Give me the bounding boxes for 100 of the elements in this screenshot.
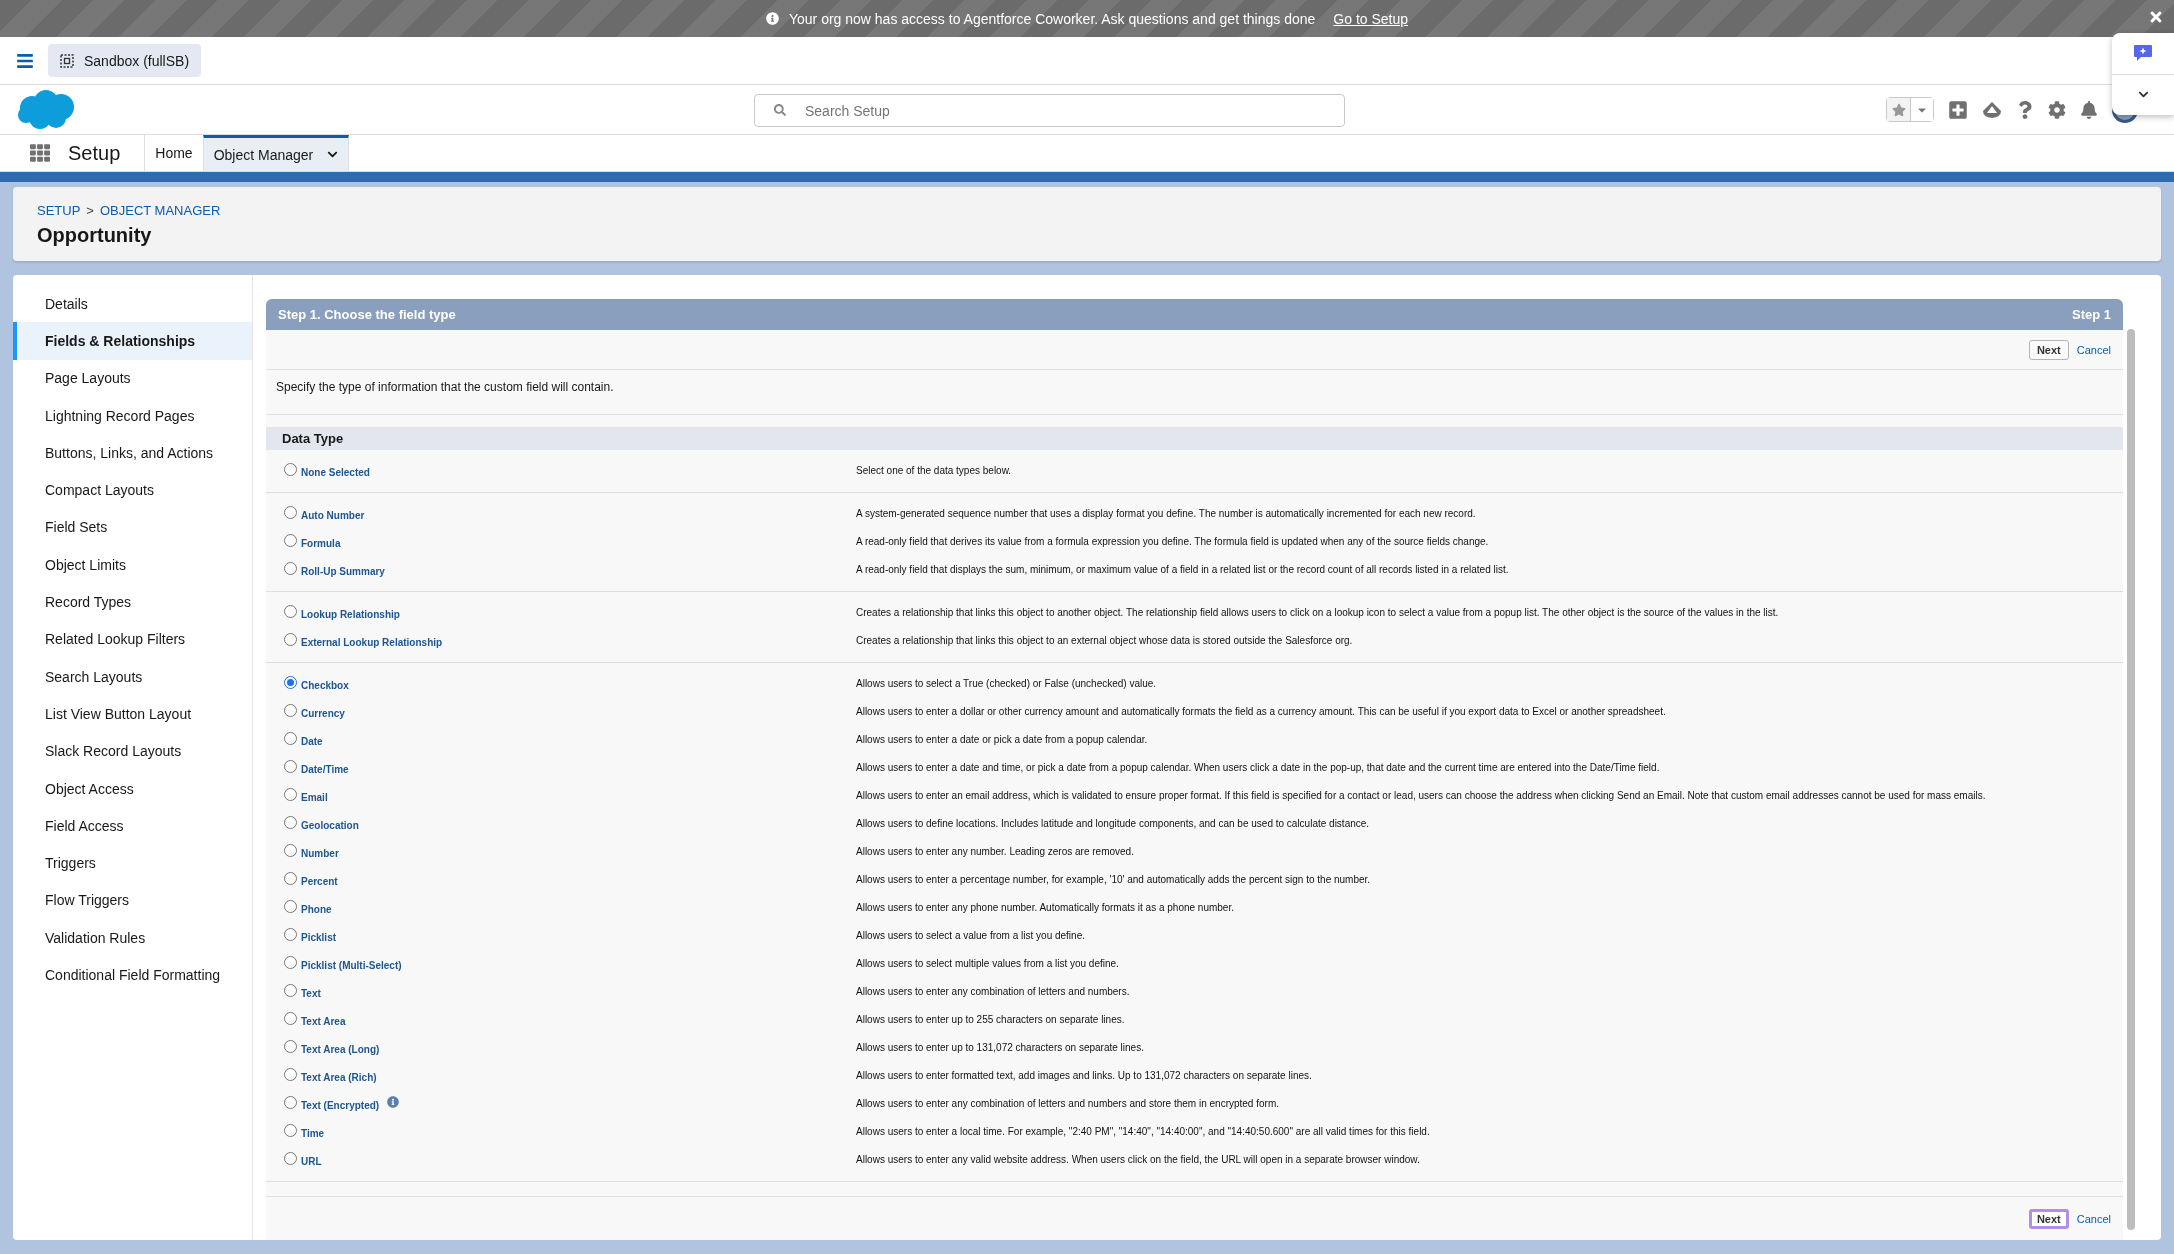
next-button[interactable]: Next [2028, 1208, 2069, 1229]
sidebar-item[interactable]: Lightning Record Pages [13, 396, 252, 435]
radio-button[interactable] [284, 533, 297, 547]
breadcrumb-link[interactable]: OBJECT MANAGER [99, 203, 221, 218]
radio-button[interactable] [284, 815, 297, 829]
radio-button[interactable] [284, 1151, 297, 1165]
org-switcher[interactable]: Sandbox (fullSB) [48, 44, 202, 77]
breadcrumb-link[interactable]: SETUP [37, 203, 81, 218]
data-type-label[interactable]: Auto Number [301, 509, 365, 521]
sidebar-item[interactable]: Field Access [13, 807, 252, 845]
sidebar-item[interactable]: Object Access [13, 769, 252, 808]
scrollbar[interactable] [2127, 329, 2135, 1230]
sidebar-item[interactable]: Conditional Field Formatting [13, 956, 252, 994]
sidebar-item[interactable]: Validation Rules [13, 919, 252, 957]
data-type-description: Allows users to enter any phone number. Automatically formats it as a phone number. [856, 901, 1235, 913]
sidebar-item[interactable]: Slack Record Layouts [13, 732, 252, 770]
radio-button[interactable] [284, 731, 297, 745]
add-button[interactable] [1948, 99, 1968, 120]
close-button[interactable] [2148, 9, 2164, 25]
data-type-description: Select one of the data types below. [856, 464, 1013, 476]
sidebar-item[interactable]: Triggers [13, 844, 252, 882]
data-type-label[interactable]: Currency [301, 707, 345, 719]
radio-button[interactable] [284, 955, 297, 969]
sidebar-item[interactable]: Compact Layouts [13, 471, 252, 509]
radio-button[interactable] [284, 561, 297, 575]
data-type-description: Allows users to enter any number. Leading zeros are removed. [856, 845, 1135, 857]
data-type-label[interactable]: Geolocation [301, 819, 359, 831]
sidebar-item[interactable]: Details [13, 285, 252, 323]
search-icon [774, 104, 786, 116]
chat-sparkle-icon [2133, 44, 2153, 63]
breadcrumb-separator: > [86, 203, 94, 218]
sidebar-item[interactable]: Related Lookup Filters [13, 620, 252, 658]
radio-button[interactable] [284, 675, 297, 689]
sidebar-item[interactable]: Page Layouts [13, 359, 252, 397]
data-type-label[interactable]: Lookup Relationship [301, 608, 400, 620]
data-type-label[interactable]: Formula [301, 537, 341, 549]
data-type-label[interactable]: Number [301, 847, 339, 859]
data-type-label[interactable]: Text Area (Long) [301, 1043, 380, 1055]
radio-button[interactable] [284, 759, 297, 773]
radio-button[interactable] [284, 1095, 297, 1109]
app-name: Setup [68, 140, 121, 166]
radio-button[interactable] [284, 871, 297, 885]
data-type-label[interactable]: Text (Encrypted) [301, 1099, 380, 1111]
step-header: Step 1. Choose the field type Step 1 [266, 299, 2123, 330]
radio-button[interactable] [284, 1039, 297, 1053]
radio-button[interactable] [284, 1067, 297, 1081]
radio-button[interactable] [284, 983, 297, 997]
data-type-description: Allows users to select multiple values from a list you define. [856, 957, 1120, 969]
sidebar-item[interactable]: Object Limits [13, 546, 252, 584]
data-type-label[interactable]: URL [301, 1155, 322, 1167]
data-type-label[interactable]: Roll-Up Summary [301, 565, 385, 577]
radio-button[interactable] [284, 604, 297, 618]
notifications-button[interactable] [2080, 100, 2098, 119]
radio-button[interactable] [284, 787, 297, 801]
menu-button[interactable] [16, 51, 34, 70]
data-type-label[interactable]: None Selected [301, 466, 370, 478]
data-type-label[interactable]: Time [301, 1127, 325, 1139]
data-type-label[interactable]: Date/Time [301, 763, 349, 775]
favorites-dropdown-button[interactable] [1910, 98, 1933, 121]
next-button[interactable]: Next [2028, 339, 2069, 360]
sidebar-item[interactable]: Record Types [13, 583, 252, 621]
radio-button[interactable] [284, 843, 297, 857]
go-to-setup-link[interactable]: Go to Setup [1333, 10, 1409, 27]
data-type-label[interactable]: Text Area (Rich) [301, 1071, 377, 1083]
radio-button[interactable] [284, 1123, 297, 1137]
sidebar-item[interactable]: List View Button Layout [13, 695, 252, 733]
data-type-label[interactable]: Phone [301, 903, 332, 915]
banner-message: Your org now has access to Agentforce Coworker. Ask questions and get things done [788, 10, 1316, 27]
data-type-label[interactable]: External Lookup Relationship [301, 636, 443, 648]
radio-button[interactable] [284, 632, 297, 646]
nav-tab[interactable]: Object Manager [202, 135, 350, 171]
sidebar-item[interactable]: Flow Triggers [13, 881, 252, 920]
radio-button[interactable] [284, 927, 297, 941]
data-type-label[interactable]: Date [301, 735, 323, 747]
help-button[interactable] [2016, 100, 2034, 119]
cancel-link[interactable]: Cancel [2076, 343, 2111, 356]
data-type-label[interactable]: Text [301, 987, 321, 999]
data-type-description: Allows users to enter any combination of letters and numbers and store them in encrypted form. [856, 1097, 1280, 1109]
radio-button[interactable] [284, 899, 297, 913]
radio-button[interactable] [284, 1011, 297, 1025]
data-type-label[interactable]: Picklist [301, 931, 337, 943]
sidebar-item[interactable]: Field Sets [13, 508, 252, 547]
cancel-link[interactable]: Cancel [2076, 1212, 2111, 1225]
radio-button[interactable] [284, 505, 297, 519]
radio-button[interactable] [284, 462, 297, 476]
sidebar-item[interactable]: Search Layouts [13, 657, 252, 696]
favorite-star-button[interactable] [1887, 98, 1910, 121]
sidebar-item[interactable]: Fields & Relationships [13, 322, 252, 360]
data-type-label[interactable]: Text Area [301, 1015, 346, 1027]
info-icon[interactable] [387, 1096, 400, 1108]
data-type-label[interactable]: Picklist (Multi-Select) [301, 959, 402, 971]
radio-button[interactable] [284, 703, 297, 717]
data-type-label[interactable]: Email [301, 791, 328, 803]
data-type-label[interactable]: Percent [301, 875, 338, 887]
data-type-description: Allows users to enter an email address, which is validated to ensure proper format. If this field is specified for a contact or lead, users can choose the address when clicking Send an Email. Note that custom email addresses cannot be used for mass emails. [856, 789, 1987, 801]
data-type-description: Allows users to select a value from a list you define. [856, 929, 1086, 941]
search-field[interactable]: Search Setup [754, 94, 1345, 127]
settings-button[interactable] [2048, 100, 2066, 119]
data-type-label[interactable]: Checkbox [301, 679, 349, 691]
sidebar-item[interactable]: Buttons, Links, and Actions [13, 434, 252, 472]
